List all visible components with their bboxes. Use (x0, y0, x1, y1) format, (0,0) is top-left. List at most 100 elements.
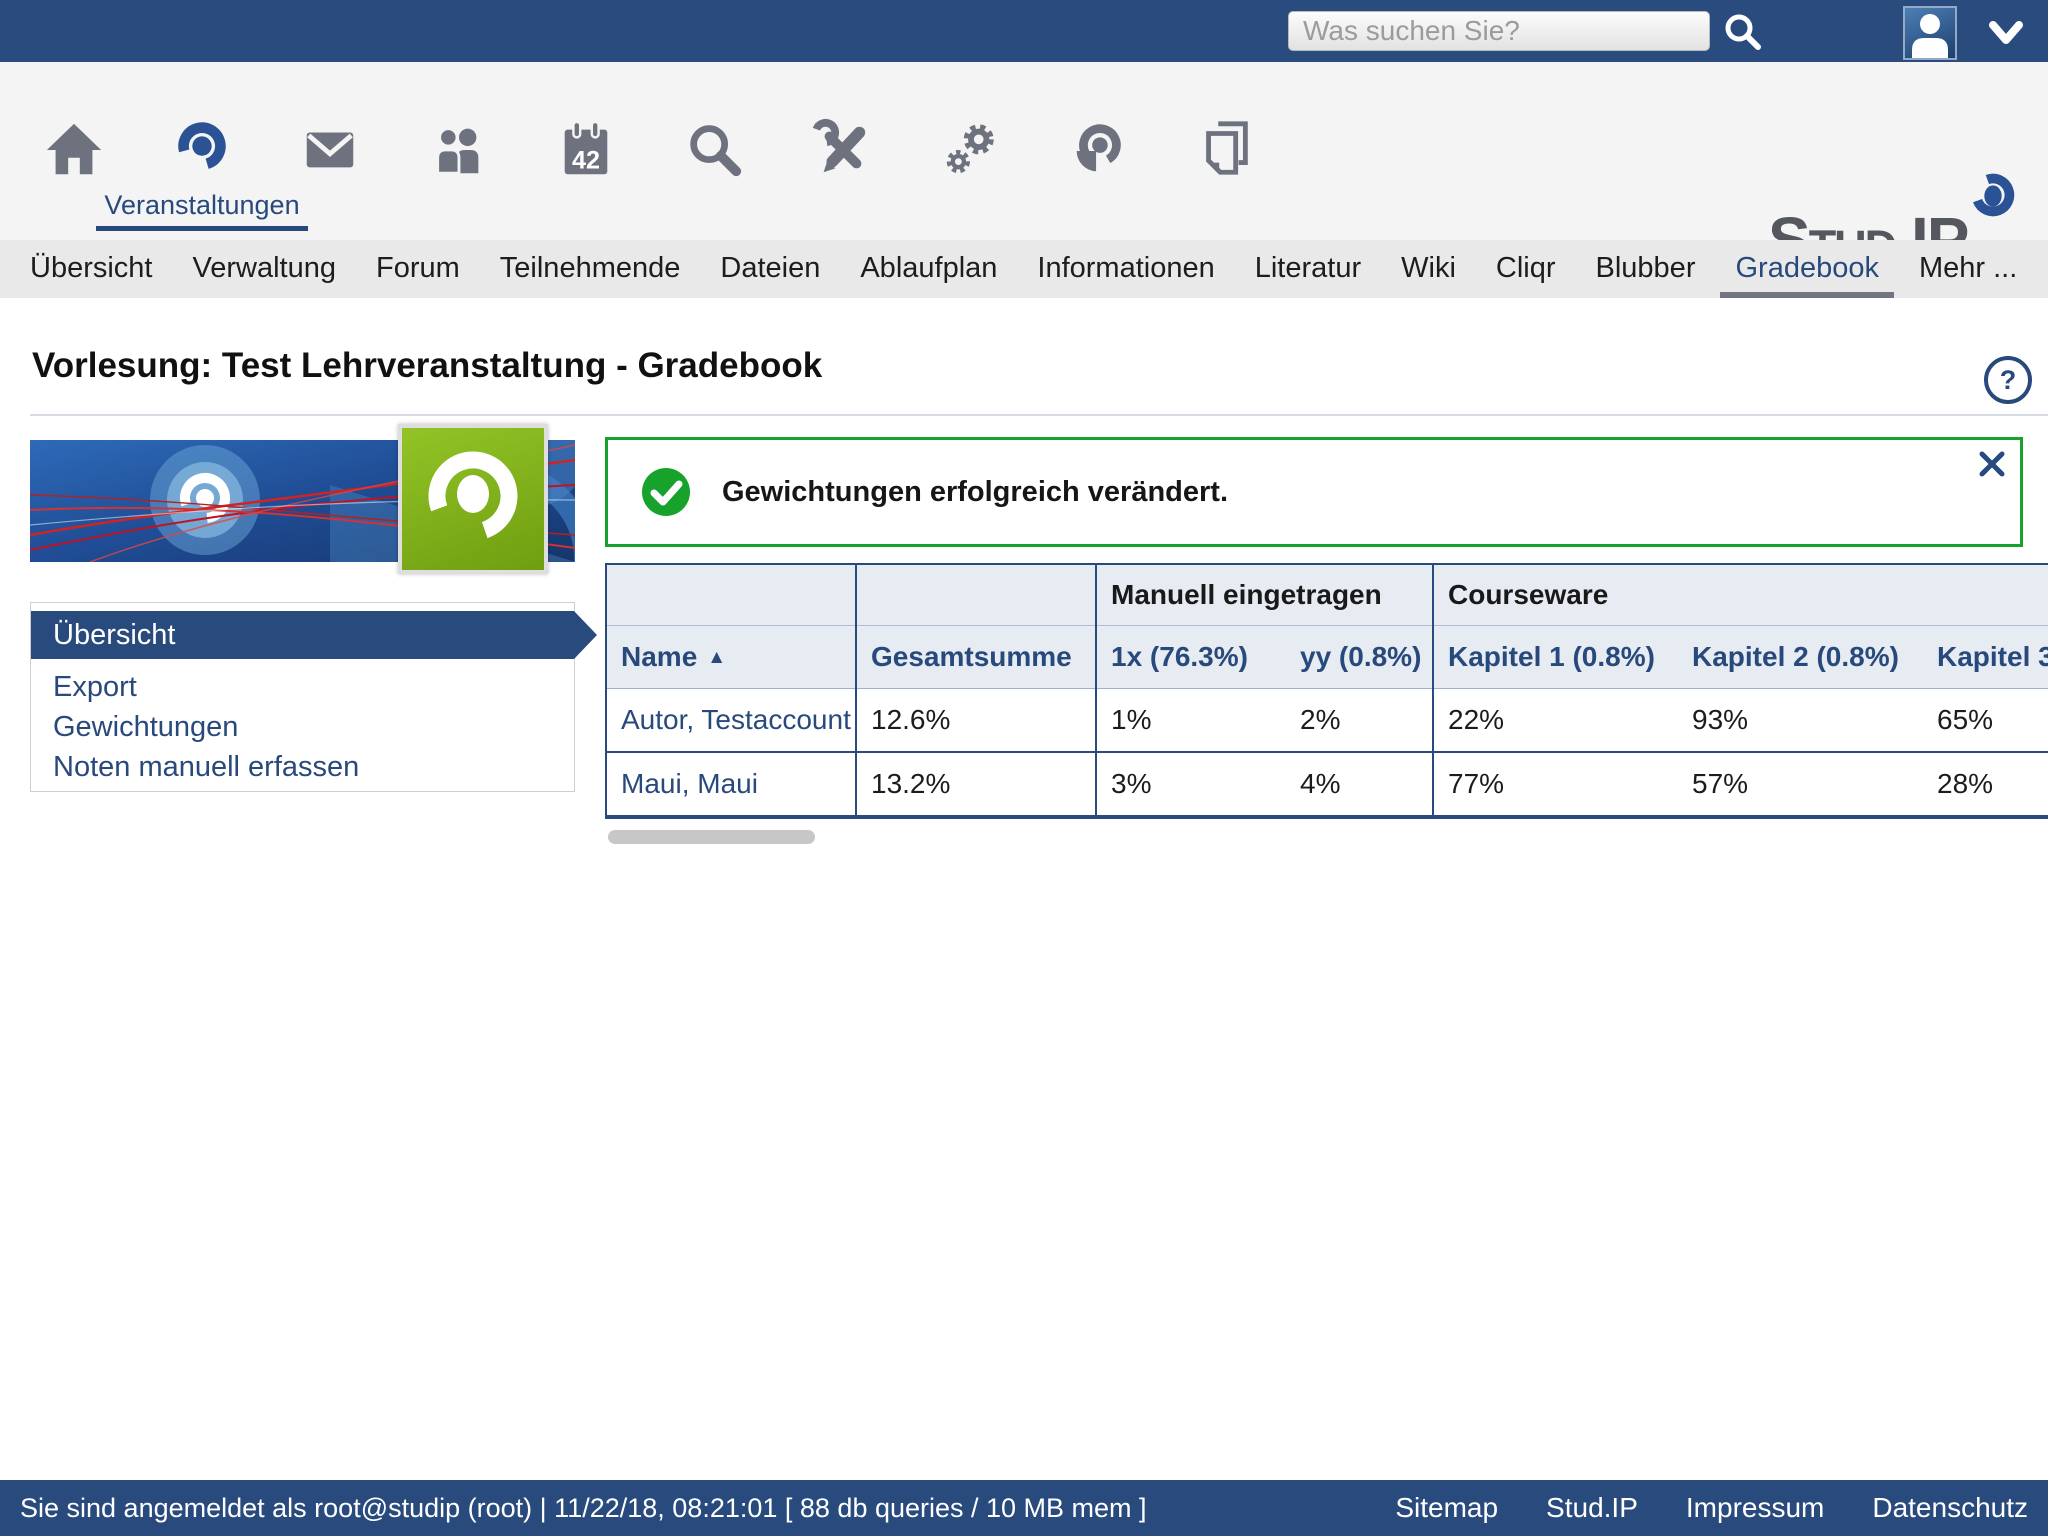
column-header-label: yy (0.8%) (1300, 641, 1421, 672)
close-icon[interactable] (1978, 450, 2006, 478)
tab-mehr[interactable]: Mehr ... (1899, 240, 2037, 298)
toolbar-item-admin[interactable] (906, 62, 1034, 240)
course-avatar (398, 424, 548, 574)
footer-link-datenschutz[interactable]: Datenschutz (1872, 1480, 2028, 1536)
header-spacer-cell (856, 564, 1096, 626)
toolbar-item-courses[interactable]: Veranstaltungen (138, 62, 266, 240)
success-message-text: Gewichtungen erfolgreich verändert. (722, 440, 1228, 544)
footer-link-sitemap[interactable]: Sitemap (1395, 1480, 1498, 1536)
success-message: Gewichtungen erfolgreich verändert. (605, 437, 2023, 547)
sidebar-menu: Übersicht ExportGewichtungenNoten manuell… (30, 602, 575, 792)
tab-wiki[interactable]: Wiki (1381, 240, 1476, 298)
tab-gradebook[interactable]: Gradebook (1715, 240, 1899, 298)
footer-link-stud-ip[interactable]: Stud.IP (1546, 1480, 1638, 1536)
login-status-text: Sie sind angemeldet als root@studip (roo… (20, 1480, 1147, 1536)
footer-links: Sitemap Stud.IP Impressum Datenschutz (1395, 1480, 2028, 1536)
resources-swirl-icon (1067, 118, 1129, 180)
gears-icon (939, 118, 1001, 180)
column-header-label: Name (621, 641, 697, 672)
gradebook-table: Manuell eingetragenCourseware Name ▲ Gesamt… (605, 563, 2048, 819)
search-input[interactable] (1288, 11, 1710, 51)
check-icon (642, 468, 690, 516)
column-group-courseware: Courseware (1433, 564, 2048, 626)
grade-value-cell: 13.2% (856, 752, 1096, 817)
tab-ablaufplan[interactable]: Ablaufplan (840, 240, 1017, 298)
help-icon[interactable]: ? (1984, 356, 2032, 404)
search-icon[interactable] (1724, 13, 1762, 51)
toolbar-item-resources[interactable] (1034, 62, 1162, 240)
course-tabbar: ÜbersichtVerwaltungForumTeilnehmendeDate… (0, 240, 2048, 298)
tab-blubber[interactable]: Blubber (1576, 240, 1716, 298)
mail-icon (299, 118, 361, 180)
toolbar-nav: Veranstaltungen (10, 62, 1290, 240)
courses-swirl-icon (171, 118, 233, 180)
topbar (0, 0, 2048, 62)
grade-value-cell: 93% (1678, 689, 1923, 753)
table-row: Autor, Testaccount12.6%1%2%22%93%65% (606, 689, 2048, 753)
grade-value-cell: 28% (1923, 752, 2048, 817)
toolbar-item-pages[interactable] (1162, 62, 1290, 240)
sort-asc-icon: ▲ (707, 647, 726, 668)
tab-forum[interactable]: Forum (356, 240, 480, 298)
column-header-kapitel-1-0-8[interactable]: Kapitel 1 (0.8%) (1433, 626, 1678, 689)
grade-value-cell: 3% (1096, 752, 1286, 817)
tab-übersicht[interactable]: Übersicht (10, 240, 173, 298)
home-icon (43, 118, 105, 180)
pages-icon (1195, 118, 1257, 180)
grade-value-cell: 77% (1433, 752, 1678, 817)
calendar-icon: 42 (555, 118, 617, 180)
grade-value-cell: 22% (1433, 689, 1678, 753)
footer: Sie sind angemeldet als root@studip (roo… (0, 1480, 2048, 1536)
column-group-manuell-eingetragen: Manuell eingetragen (1096, 564, 1433, 626)
column-header-label: Kapitel 1 (0.8%) (1448, 641, 1655, 672)
header-spacer-cell (606, 564, 856, 626)
column-header-name[interactable]: Name ▲ (606, 626, 856, 689)
grade-value-cell: 65% (1923, 689, 2048, 753)
grade-value-cell: 1% (1096, 689, 1286, 753)
toolbar-item-search[interactable] (650, 62, 778, 240)
grade-value-cell: 12.6% (856, 689, 1096, 753)
column-header-label: 1x (76.3%) (1111, 641, 1248, 672)
toolbar-item-messages[interactable] (266, 62, 394, 240)
column-header-yy-0-8[interactable]: yy (0.8%) (1286, 626, 1433, 689)
grade-value-cell: 57% (1678, 752, 1923, 817)
sidebar-item-export[interactable]: Export (31, 667, 574, 707)
column-header-kapitel-2-0-8[interactable]: Kapitel 2 (0.8%) (1678, 626, 1923, 689)
tab-cliqr[interactable]: Cliqr (1476, 240, 1576, 298)
toolbar-item-community[interactable] (394, 62, 522, 240)
main-toolbar: Veranstaltungen (0, 62, 2048, 240)
toolbar-item-tools[interactable] (778, 62, 906, 240)
studip-logo-swirl-icon (1964, 166, 2022, 224)
column-header-kapitel-3-0-8[interactable]: Kapitel 3 (0.8%) (1923, 626, 2048, 689)
sidebar-item-noten-manuell-erfassen[interactable]: Noten manuell erfassen (31, 747, 574, 787)
column-header-label: Kapitel 3 (0.8%) (1937, 641, 2048, 672)
footer-link-impressum[interactable]: Impressum (1686, 1480, 1824, 1536)
community-icon (427, 118, 489, 180)
sidebar-item-übersicht[interactable]: Übersicht (31, 611, 574, 659)
grade-value-cell: 2% (1286, 689, 1433, 753)
horizontal-scrollbar-thumb[interactable] (608, 830, 815, 844)
gradebook-table-viewport: Manuell eingetragenCourseware Name ▲ Gesamt… (605, 563, 2048, 825)
student-name-link[interactable]: Maui, Maui (606, 752, 856, 817)
course-avatar-swirl-icon (402, 428, 544, 570)
column-header-label: Kapitel 2 (0.8%) (1692, 641, 1899, 672)
title-divider (30, 414, 2048, 416)
grade-value-cell: 4% (1286, 752, 1433, 817)
calendar-badge: 42 (572, 146, 600, 174)
tab-teilnehmende[interactable]: Teilnehmende (480, 240, 701, 298)
column-header-label: Gesamtsumme (871, 641, 1072, 672)
student-name-link[interactable]: Autor, Testaccount (606, 689, 856, 753)
table-row: Maui, Maui13.2%3%4%77%57%28% (606, 752, 2048, 817)
page-title: Vorlesung: Test Lehrveranstaltung - Grad… (32, 346, 822, 386)
user-avatar[interactable] (1903, 6, 1957, 60)
tab-dateien[interactable]: Dateien (700, 240, 840, 298)
tab-informationen[interactable]: Informationen (1017, 240, 1234, 298)
column-header-gesamtsumme[interactable]: Gesamtsumme (856, 626, 1096, 689)
studip-app: Veranstaltungen (0, 0, 2048, 1536)
tab-verwaltung[interactable]: Verwaltung (173, 240, 357, 298)
tab-literatur[interactable]: Literatur (1235, 240, 1381, 298)
toolbar-item-calendar[interactable]: 42 (522, 62, 650, 240)
sidebar-item-gewichtungen[interactable]: Gewichtungen (31, 707, 574, 747)
chevron-down-icon[interactable] (1988, 20, 2024, 46)
column-header-1x-76-3[interactable]: 1x (76.3%) (1096, 626, 1286, 689)
